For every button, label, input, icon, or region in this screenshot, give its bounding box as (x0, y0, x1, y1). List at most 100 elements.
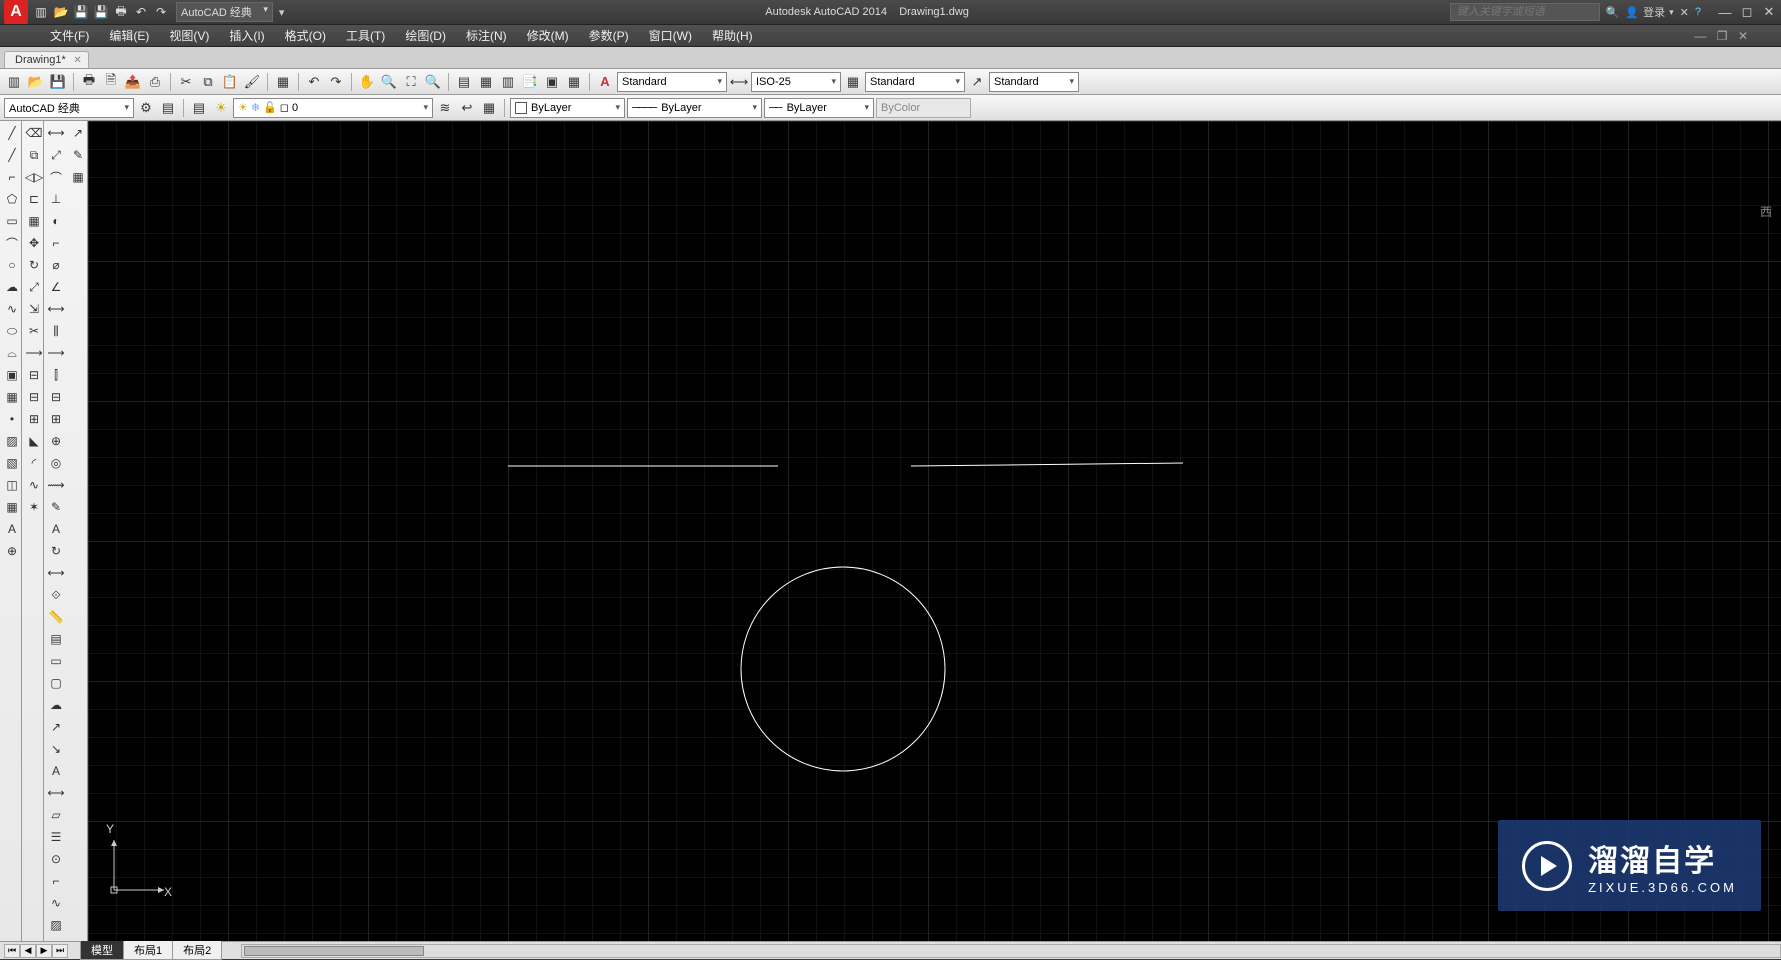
mtext-icon[interactable]: A (3, 520, 21, 538)
redo-icon[interactable]: ↷ (326, 72, 346, 92)
drawn-circle[interactable] (741, 567, 945, 771)
workspace-selector2[interactable]: AutoCAD 经典 (4, 98, 134, 118)
undo-icon[interactable]: ↶ (132, 3, 150, 21)
area-icon[interactable]: ▱ (47, 806, 65, 824)
stretch-icon[interactable]: ⇲ (25, 300, 43, 318)
quickcalc-icon[interactable]: ▦ (564, 72, 584, 92)
mirror-icon[interactable]: ◁▷ (25, 168, 43, 186)
redo-icon[interactable]: ↷ (152, 3, 170, 21)
dim-text-edit-icon[interactable]: A (47, 520, 65, 538)
close-tab-icon[interactable]: ✕ (73, 55, 81, 66)
close-icon[interactable]: ✕ (1761, 4, 1777, 20)
spline-icon[interactable]: ∿ (3, 300, 21, 318)
doc-restore-icon[interactable]: ❐ (1717, 29, 1728, 43)
doc-minimize-icon[interactable]: — (1694, 29, 1706, 43)
match-props-icon[interactable]: 🖌 (242, 72, 262, 92)
plot-preview-icon[interactable]: 🗎 (101, 72, 121, 92)
array-icon[interactable]: ▦ (25, 212, 43, 230)
menu-window[interactable]: 窗口(W) (639, 25, 702, 46)
draworder-icon[interactable]: ▤ (47, 630, 65, 648)
plot-icon[interactable]: 🖶 (112, 3, 130, 21)
polyline-icon[interactable]: ⌐ (3, 168, 21, 186)
color-dropdown[interactable]: ByLayer (510, 98, 625, 118)
menu-draw[interactable]: 绘图(D) (395, 25, 456, 46)
menu-view[interactable]: 视图(V) (159, 25, 219, 46)
dim-aligned-icon[interactable]: ⤢ (47, 146, 65, 164)
trim-icon[interactable]: ✂ (25, 322, 43, 340)
layout-tab-layout1[interactable]: 布局1 (123, 941, 173, 960)
hatch-icon[interactable]: ▨ (3, 432, 21, 450)
save-icon[interactable]: 💾 (48, 72, 68, 92)
first-layout-icon[interactable]: ⏮ (4, 944, 20, 958)
publish-icon[interactable]: 📤 (123, 72, 143, 92)
search-icon[interactable]: 🔍 (1606, 6, 1620, 19)
zoom-window-icon[interactable]: ⛶ (401, 72, 421, 92)
dc-icon[interactable]: ▦ (476, 72, 496, 92)
insert-block-icon[interactable]: ▣ (3, 366, 21, 384)
scale-icon[interactable]: ⤢ (25, 278, 43, 296)
battman-icon[interactable]: ▦ (69, 168, 87, 186)
cut-icon[interactable]: ✂ (176, 72, 196, 92)
attedit-icon[interactable]: ✎ (69, 146, 87, 164)
saveas-icon[interactable]: 💾 (92, 3, 110, 21)
layout-tab-layout2[interactable]: 布局2 (172, 941, 222, 960)
layer-match-icon[interactable]: ≋ (435, 98, 455, 118)
splinedit-icon[interactable]: ∿ (47, 894, 65, 912)
fillet-icon[interactable]: ◜ (25, 454, 43, 472)
horizontal-scrollbar[interactable] (241, 944, 1781, 958)
copy-icon[interactable]: ⧉ (198, 72, 218, 92)
mleader-style-dropdown[interactable]: Standard (989, 72, 1079, 92)
arc-icon[interactable]: ⌒ (3, 234, 21, 252)
undo-icon[interactable]: ↶ (304, 72, 324, 92)
infocenter-search-input[interactable] (1450, 3, 1600, 21)
make-block-icon[interactable]: ▦ (3, 388, 21, 406)
lineweight-dropdown[interactable]: ── ByLayer (764, 98, 874, 118)
revision-cloud-icon[interactable]: ☁ (3, 278, 21, 296)
move-icon[interactable]: ✥ (25, 234, 43, 252)
hatchedit-icon[interactable]: ▨ (47, 916, 65, 934)
markup-icon[interactable]: ▣ (542, 72, 562, 92)
extend-icon[interactable]: ⟶ (25, 344, 43, 362)
paste-icon[interactable]: 📋 (220, 72, 240, 92)
break-icon[interactable]: ⊟ (25, 388, 43, 406)
last-layout-icon[interactable]: ⏭ (52, 944, 68, 958)
revcloud-icon[interactable]: ☁ (47, 696, 65, 714)
zoom-previous-icon[interactable]: 🔍 (423, 72, 443, 92)
dim-angular-icon[interactable]: ∠ (47, 278, 65, 296)
next-layout-icon[interactable]: ▶ (36, 944, 52, 958)
layer-props-icon[interactable]: ▤ (189, 98, 209, 118)
dim-jogged-icon[interactable]: ⌐ (47, 234, 65, 252)
quick-dim-icon[interactable]: ⟷ (47, 300, 65, 318)
menu-tools[interactable]: 工具(T) (336, 25, 395, 46)
drawn-line-2[interactable] (911, 463, 1183, 466)
open-icon[interactable]: 📂 (52, 3, 70, 21)
scrollbar-thumb[interactable] (244, 946, 424, 956)
explode-icon[interactable]: ✶ (25, 498, 43, 516)
workspace-save-icon[interactable]: ▤ (158, 98, 178, 118)
line-icon[interactable]: ╱ (3, 124, 21, 142)
gradient-icon[interactable]: ▧ (3, 454, 21, 472)
dim-continue-icon[interactable]: ⟶ (47, 344, 65, 362)
dim-style-icon[interactable]: ⟷ (729, 72, 749, 92)
dim-diameter-icon[interactable]: ⌀ (47, 256, 65, 274)
add-selected-icon[interactable]: ⊕ (3, 542, 21, 560)
reassociate-icon[interactable]: ⟐ (47, 586, 65, 604)
mledit-icon[interactable]: ↗ (69, 124, 87, 142)
wipeout-icon[interactable]: ▭ (47, 652, 65, 670)
distance-icon[interactable]: ⟷ (47, 784, 65, 802)
list-icon[interactable]: ☰ (47, 828, 65, 846)
join-icon[interactable]: ⊞ (25, 410, 43, 428)
file-tab-drawing1[interactable]: Drawing1* ✕ (4, 51, 89, 68)
menu-edit[interactable]: 编辑(E) (99, 25, 159, 46)
ellipse-arc-icon[interactable]: ⌓ (3, 344, 21, 362)
id-point-icon[interactable]: ⊙ (47, 850, 65, 868)
menu-help[interactable]: 帮助(H) (702, 25, 763, 46)
center-mark-icon[interactable]: ⊕ (47, 432, 65, 450)
doc-close-icon[interactable]: ✕ (1738, 29, 1748, 43)
text-icon[interactable]: A (47, 762, 65, 780)
jogged-linear-icon[interactable]: ⟿ (47, 476, 65, 494)
block-editor-icon[interactable]: ▦ (273, 72, 293, 92)
mleader-icon[interactable]: ↗ (47, 718, 65, 736)
pan-icon[interactable]: ✋ (357, 72, 377, 92)
tool-palettes-icon[interactable]: ▥ (498, 72, 518, 92)
